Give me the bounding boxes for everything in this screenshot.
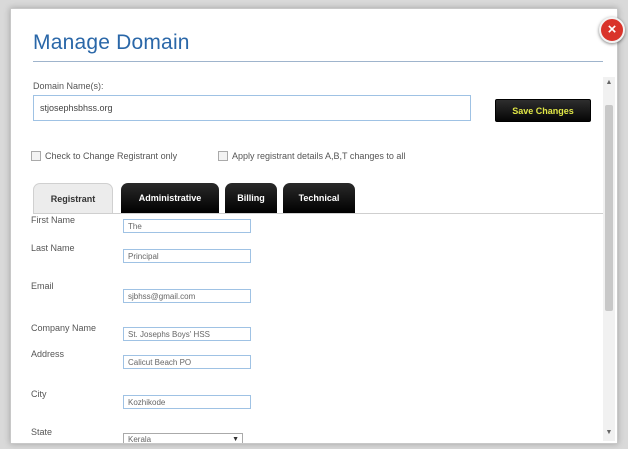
domain-names-input[interactable]	[33, 95, 471, 121]
tab-administrative[interactable]: Administrative	[121, 183, 219, 213]
company-name-input[interactable]	[123, 327, 251, 341]
tab-divider	[33, 213, 609, 214]
state-select-value: Kerala	[128, 435, 152, 444]
chevron-down-icon: ▼	[232, 436, 239, 443]
apply-all-option[interactable]: Apply registrant details A,B,T changes t…	[218, 151, 405, 161]
apply-all-label: Apply registrant details A,B,T changes t…	[232, 151, 406, 161]
city-label: City	[31, 389, 47, 399]
state-select[interactable]: Kerala ▼	[123, 433, 243, 444]
manage-domain-dialog: Manage Domain Domain Name(s): Save Chang…	[10, 8, 618, 444]
address-label: Address	[31, 349, 65, 359]
last-name-label: Last Name	[31, 243, 75, 253]
apply-all-checkbox[interactable]	[218, 151, 228, 161]
domain-names-label: Domain Name(s):	[33, 81, 104, 91]
tab-billing[interactable]: Billing	[225, 183, 277, 213]
scroll-up-icon[interactable]: ▲	[603, 79, 615, 86]
scroll-thumb[interactable]	[605, 105, 613, 311]
scrollbar[interactable]: ▲ ▼	[603, 77, 615, 441]
email-label: Email	[31, 281, 54, 291]
first-name-input[interactable]	[123, 219, 251, 233]
save-changes-button[interactable]: Save Changes	[495, 99, 591, 122]
state-label: State	[31, 427, 53, 437]
city-input[interactable]	[123, 395, 251, 409]
company-name-label: Company Name	[31, 323, 97, 333]
scroll-down-icon[interactable]: ▼	[603, 429, 615, 436]
title-divider	[33, 61, 603, 62]
change-registrant-only-checkbox[interactable]	[31, 151, 41, 161]
close-icon[interactable]: ×	[599, 17, 625, 43]
change-registrant-only-option[interactable]: Check to Change Registrant only	[31, 151, 177, 161]
dialog-title: Manage Domain	[33, 31, 190, 54]
first-name-label: First Name	[31, 215, 76, 225]
address-input[interactable]	[123, 355, 251, 369]
tab-registrant[interactable]: Registrant	[33, 183, 113, 213]
change-registrant-only-label: Check to Change Registrant only	[45, 151, 178, 161]
email-input[interactable]	[123, 289, 251, 303]
tab-technical[interactable]: Technical	[283, 183, 355, 213]
last-name-input[interactable]	[123, 249, 251, 263]
